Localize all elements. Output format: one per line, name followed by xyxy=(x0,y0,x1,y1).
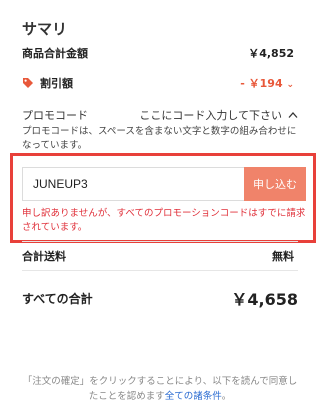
promo-error-message: 申し訳ありませんが、すべてのプロモーションコードはすでに請求されています。 xyxy=(22,208,306,233)
discount-value-group[interactable]: - ￥194 ⌄ xyxy=(240,75,294,91)
shipping-label: 合計送料 xyxy=(22,250,66,263)
terms-link[interactable]: 全ての諸条件 xyxy=(165,391,222,402)
promo-hint-group: ここにコード入力して下さい xyxy=(139,107,298,123)
divider xyxy=(22,241,298,242)
tag-icon xyxy=(23,78,33,88)
grand-total-value: ￥4,658 xyxy=(231,290,298,309)
terms-text: 「注文の確定」をクリックすることにより、以下を読んで同意したことを認めます xyxy=(22,376,298,402)
chevron-down-icon: ⌄ xyxy=(286,80,294,90)
subtotal-label: 商品合計金額 xyxy=(22,47,88,60)
chevron-up-icon xyxy=(288,112,298,118)
terms-footer: 「注文の確定」をクリックすることにより、以下を読んで同意したことを認めます全ての… xyxy=(22,374,298,404)
discount-label-group: 割引額 xyxy=(22,75,73,91)
grand-total-row: すべての合計 ￥4,658 xyxy=(22,286,298,310)
subtotal-row: 商品合計金額 ￥4,852 xyxy=(22,45,294,61)
promo-label: プロモコード xyxy=(22,109,88,122)
promo-description: プロモコードは、スペースを含まない文字と数字の組み合わせになっています。 xyxy=(22,126,297,151)
apply-button[interactable]: 申し込む xyxy=(244,167,306,201)
promo-code-input[interactable] xyxy=(22,167,244,201)
shipping-value: 無料 xyxy=(272,250,294,263)
shipping-row: 合計送料 無料 xyxy=(22,248,294,264)
order-summary-panel: サマリ 商品合計金額 ￥4,852 割引額 - ￥194 ⌄ プロモコード ここ… xyxy=(0,0,320,418)
divider xyxy=(22,270,298,271)
summary-title: サマリ xyxy=(22,20,68,38)
promo-code-toggle[interactable]: プロモコード ここにコード入力して下さい xyxy=(22,107,298,123)
grand-total-label: すべての合計 xyxy=(22,291,93,306)
terms-end: 。 xyxy=(221,391,232,402)
subtotal-value: ￥4,852 xyxy=(248,47,294,60)
discount-row: 割引額 - ￥194 ⌄ xyxy=(22,75,294,91)
discount-value: - ￥194 xyxy=(240,77,283,90)
discount-label: 割引額 xyxy=(40,77,73,90)
promo-hint: ここにコード入力して下さい xyxy=(139,109,282,122)
